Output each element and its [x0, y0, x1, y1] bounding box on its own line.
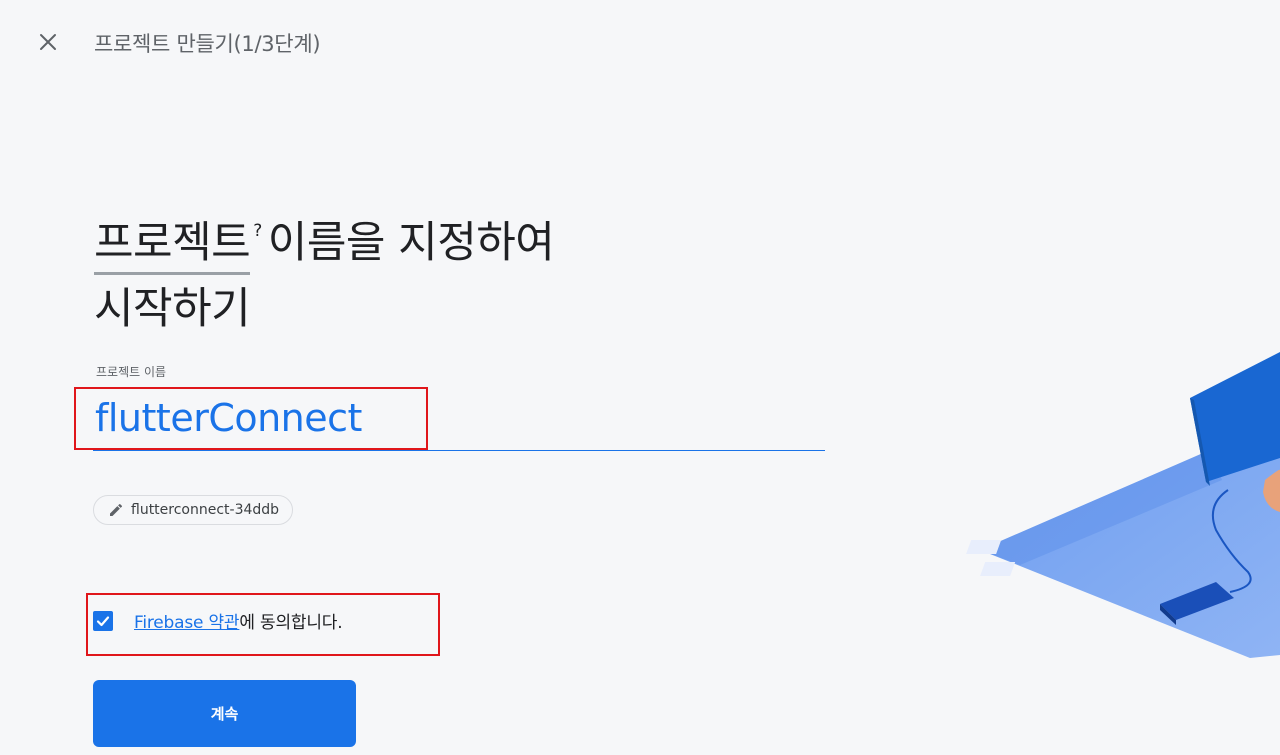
close-button[interactable]: [34, 28, 62, 56]
page-title: 프로젝트 만들기(1/3단계): [94, 32, 321, 56]
project-name-label: 프로젝트 이름: [96, 365, 167, 379]
main-heading: 프로젝트? 이름을 지정하여 시작하기: [94, 198, 555, 342]
project-name-field: [93, 386, 825, 451]
paper-note-2: [980, 562, 1016, 576]
pencil-icon: [108, 502, 124, 518]
terms-suffix: 에 동의합니다.: [239, 613, 343, 633]
terms-text: Firebase 약관에 동의합니다.: [134, 608, 343, 633]
firebase-terms-link[interactable]: Firebase 약관: [134, 613, 240, 633]
checkmark-icon: [96, 615, 110, 626]
terms-row: Firebase 약관에 동의합니다.: [93, 608, 343, 633]
project-name-input[interactable]: [95, 392, 815, 444]
terms-checkbox[interactable]: [93, 610, 113, 631]
project-id-text: flutterconnect-34ddb: [131, 502, 280, 518]
close-icon: [40, 34, 56, 50]
paper-note-1: [966, 540, 1002, 554]
help-icon[interactable]: ?: [253, 221, 262, 241]
project-illustration: [966, 352, 1280, 658]
project-id-chip[interactable]: flutterconnect-34ddb: [93, 495, 294, 525]
project-term-link[interactable]: 프로젝트: [94, 210, 251, 276]
heading-line-1: 프로젝트? 이름을 지정하여: [94, 198, 555, 276]
continue-button[interactable]: 계속: [93, 680, 356, 747]
heading-line-2: 시작하기: [94, 284, 251, 334]
heading-rest: 이름을 지정하여: [267, 218, 555, 268]
